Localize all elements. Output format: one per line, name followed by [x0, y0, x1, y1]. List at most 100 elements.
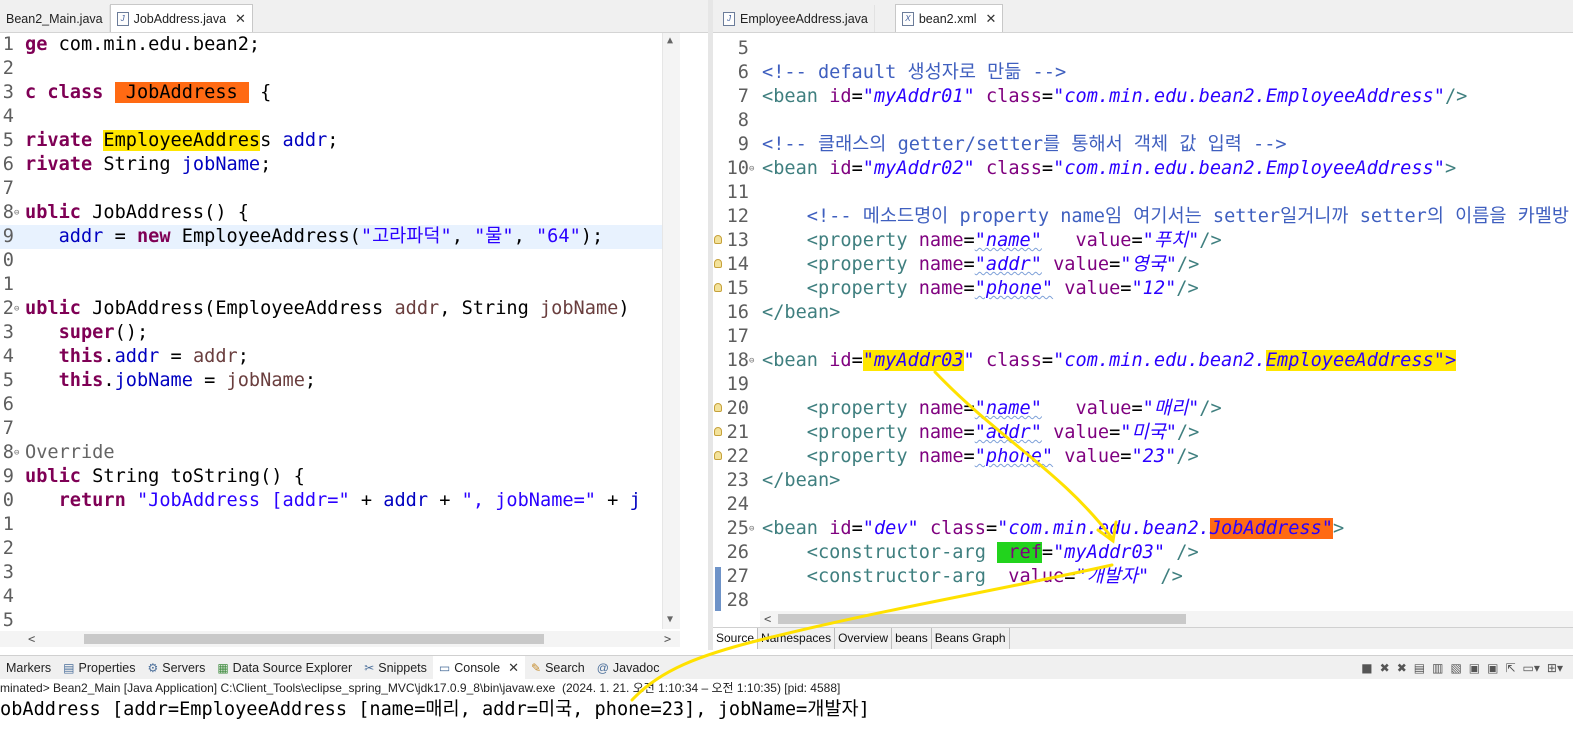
line-number: 16 [726, 302, 749, 323]
xml-editor[interactable]: 5 6 <!-- default 생성자로 만듦 --> 7 <bean id="m… [713, 33, 1573, 611]
code-text: rivate EmployeeAddress addr; [25, 130, 339, 151]
code-text: <property name="addr" value="미국"/> [806, 422, 1200, 443]
code-line: 4 this.addr = addr; [0, 345, 680, 369]
line-number: 2 [2, 58, 14, 79]
remove-all-icon[interactable]: ✖ [1397, 661, 1407, 675]
scroll-down-icon[interactable]: ▼ [667, 614, 673, 625]
code-line: 3 super(); [0, 321, 680, 345]
line-number: 12 [726, 206, 749, 227]
code-line: 3 c class JobAddress { [0, 81, 680, 105]
xml-horizontal-scrollbar[interactable]: < [760, 611, 1573, 627]
line-number: 22 [726, 446, 749, 467]
close-icon[interactable]: ✕ [235, 11, 246, 27]
line-number: 5 [2, 130, 14, 151]
scroll-right-icon[interactable]: > [664, 631, 671, 647]
tab-namespaces[interactable]: Namespaces [758, 628, 836, 649]
remove-launch-icon[interactable]: ✖ [1380, 661, 1390, 675]
fold-icon[interactable]: ⊖ [14, 201, 19, 225]
code-text: <!-- default 생성자로 만듦 --> [762, 62, 1067, 83]
console-output[interactable]: obAddress [addr=EmployeeAddress [name=매리… [0, 697, 1573, 730]
tab-label: Javadoc [612, 660, 660, 675]
highlight-jobaddress: JobAddress [114, 82, 249, 103]
terminate-icon[interactable]: ■ [1361, 661, 1372, 675]
display-console-icon[interactable]: ▭▾ [1523, 661, 1540, 675]
code-text: <bean id="myAddr01" class="com.min.edu.b… [762, 86, 1468, 107]
tab-servers[interactable]: ⚙ Servers [141, 656, 211, 680]
tab-markers[interactable]: Markers [0, 656, 57, 680]
line-number: 1 [2, 34, 14, 55]
code-line: 22 <property name="phone" value="23"/> [713, 445, 1573, 469]
tab-beans-graph[interactable]: Beans Graph [932, 628, 1010, 649]
code-line: 10 ⊖ <bean id="myAddr02" class="com.min.ed… [713, 157, 1573, 181]
code-text: Override [25, 442, 115, 463]
line-number: 5 [2, 610, 14, 629]
tab-overview[interactable]: Overview [835, 628, 893, 649]
line-number: 0 [2, 250, 14, 271]
scroll-left-icon[interactable]: < [764, 611, 771, 627]
tab-snippets[interactable]: ✂ Snippets [358, 656, 433, 680]
line-number: 4 [2, 586, 14, 607]
tab-label: Properties [78, 660, 136, 675]
scroll-lock-icon[interactable]: ▥ [1432, 661, 1443, 675]
tab-jobaddress[interactable]: J JobAddress.java ✕ [109, 4, 253, 32]
line-number: 3 [2, 322, 14, 343]
fold-icon[interactable]: ⊖ [14, 441, 19, 465]
tab-data-source-explorer[interactable]: ▦ Data Source Explorer [211, 656, 358, 680]
line-number: 6 [2, 154, 14, 175]
line-number: 6 [2, 394, 14, 415]
scroll-left-icon[interactable]: < [28, 631, 35, 647]
tab-search[interactable]: ✎ Search [525, 656, 591, 680]
java-editor[interactable]: 1 ge com.min.edu.bean2; 2 3 c class JobAdd… [0, 33, 680, 629]
scroll-thumb[interactable] [778, 614, 1186, 624]
highlight-employeeaddress: EmployeeAddres [103, 130, 261, 151]
horizontal-scrollbar[interactable]: < > [0, 631, 680, 647]
code-line: 7 [0, 177, 680, 201]
code-line: 15 <property name="phone" value="12"/> [713, 277, 1573, 301]
javadoc-icon: @ [596, 660, 609, 675]
line-number: 11 [726, 182, 749, 203]
line-number: 0 [2, 490, 14, 511]
tab-bean2-main[interactable]: Bean2_Main.java [0, 5, 110, 32]
highlight-jobaddress-class: JobAddress" [1209, 518, 1333, 539]
code-line: 5 [0, 609, 680, 629]
fold-icon[interactable]: ⊖ [14, 297, 19, 321]
close-icon[interactable]: ✕ [986, 11, 997, 27]
fold-icon[interactable]: ⊖ [749, 157, 754, 181]
open-console-icon[interactable]: ⊞▾ [1547, 661, 1563, 675]
tab-console[interactable]: ▭ Console ✕ [432, 655, 526, 680]
scroll-up-icon[interactable]: ▲ [667, 35, 673, 46]
code-line: 1 [0, 273, 680, 297]
code-text: this.addr = addr; [58, 346, 249, 367]
java-file-icon: J [116, 11, 129, 26]
scroll-thumb[interactable] [84, 634, 544, 644]
tab-beans[interactable]: beans [892, 628, 932, 649]
tab-employeeaddress[interactable]: J EmployeeAddress.java [717, 5, 875, 32]
code-line: 7 <bean id="myAddr01" class="com.min.edu.… [713, 85, 1573, 109]
line-number: 7 [737, 86, 749, 107]
tab-javadoc[interactable]: @ Javadoc [591, 656, 666, 680]
tab-properties[interactable]: ▤ Properties [57, 656, 141, 680]
pin-console-icon[interactable]: ⇱ [1505, 661, 1515, 675]
tab-label: Console [454, 660, 501, 675]
line-number: 2 [2, 538, 14, 559]
console-toolbar: ■ ✖ ✖ ▤ ▥ ▧ ▣ ▣ ⇱ ▭▾ ⊞▾ [1361, 661, 1573, 675]
code-text: this.jobName = jobName; [58, 370, 317, 391]
fold-icon[interactable]: ⊖ [749, 517, 754, 541]
show-on-error-icon[interactable]: ▣ [1487, 661, 1498, 675]
line-number: 10 [726, 158, 749, 179]
tab-source[interactable]: Source [713, 628, 759, 649]
vertical-scrollbar[interactable]: ▲ ▼ [662, 33, 680, 629]
clear-console-icon[interactable]: ▤ [1414, 661, 1425, 675]
code-line: 9 ublic String toString() { [0, 465, 680, 489]
tab-label: Markers [6, 660, 52, 675]
close-icon[interactable]: ✕ [508, 660, 519, 676]
show-on-output-icon[interactable]: ▣ [1469, 661, 1480, 675]
tab-bean2-xml[interactable]: X bean2.xml ✕ [894, 4, 1004, 32]
code-line: 17 [713, 325, 1573, 349]
code-line: 2 ⊖ ublic JobAddress(EmployeeAddress addr,… [0, 297, 680, 321]
code-text: return "JobAddress [addr=" + addr + ", j… [58, 490, 641, 511]
servers-icon: ⚙ [147, 660, 159, 675]
word-wrap-icon[interactable]: ▧ [1450, 661, 1461, 675]
code-line: 8 [713, 109, 1573, 133]
fold-icon[interactable]: ⊖ [749, 349, 754, 373]
